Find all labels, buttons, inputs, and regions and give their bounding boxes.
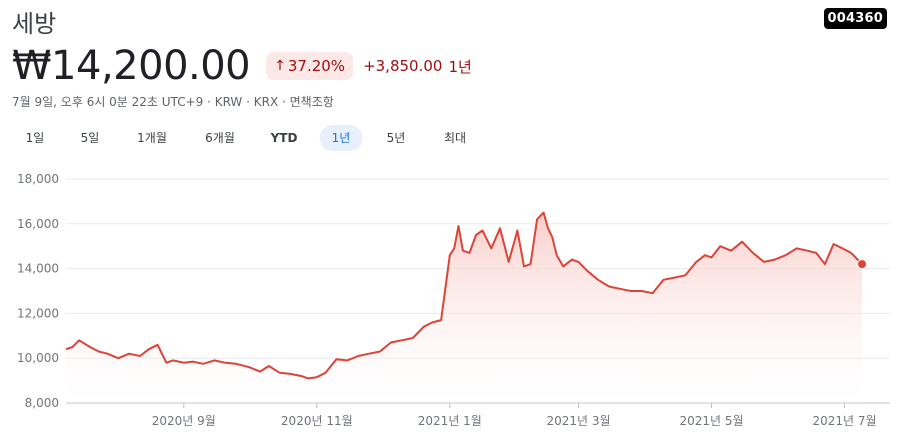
price-chart[interactable]: 8,000 10,000 12,000 14,000 16,000 18,000 2020년…: [0, 160, 897, 444]
x-tick-label: 2021년 7월: [813, 414, 877, 428]
change-percent: 37.20%: [287, 57, 346, 75]
y-tick-label: 10,000: [17, 351, 59, 365]
arrow-up-icon: ↑: [274, 58, 286, 74]
change-period: 1년: [448, 57, 472, 76]
tab-ytd[interactable]: YTD: [259, 125, 310, 151]
y-tick-label: 14,000: [17, 262, 59, 276]
x-tick-label: 2020년 9월: [152, 414, 216, 428]
y-tick-label: 8,000: [25, 396, 59, 410]
tab-6m[interactable]: 6개월: [193, 125, 247, 151]
price-row: ₩14,200.00 ↑ 37.20% +3,850.00 1년: [12, 42, 472, 90]
y-tick-label: 18,000: [17, 172, 59, 186]
quote-meta: 7월 9일, 오후 6시 0분 22초 UTC+9 · KRW · KRX · …: [12, 95, 334, 109]
x-tick-label: 2021년 1월: [418, 414, 482, 428]
tab-1m[interactable]: 1개월: [125, 125, 179, 151]
ticker-badge: 004360: [823, 8, 887, 29]
change-absolute: +3,850.00: [363, 57, 443, 75]
x-tick-label: 2020년 11월: [281, 414, 353, 428]
tab-max[interactable]: 최대: [432, 125, 478, 151]
y-tick-label: 16,000: [17, 217, 59, 231]
x-tick-label: 2021년 5월: [679, 414, 743, 428]
tab-1y[interactable]: 1년: [319, 125, 363, 151]
current-price: ₩14,200.00: [12, 43, 251, 89]
stock-name: 세방: [12, 10, 57, 38]
last-price-marker: [857, 259, 867, 270]
change-percent-badge: ↑ 37.20%: [266, 52, 354, 80]
y-tick-label: 12,000: [17, 306, 59, 320]
tab-1d[interactable]: 1일: [14, 125, 57, 151]
x-tick-label: 2021년 3월: [546, 414, 610, 428]
tab-5y[interactable]: 5년: [375, 125, 418, 151]
tab-5d[interactable]: 5일: [69, 125, 112, 151]
